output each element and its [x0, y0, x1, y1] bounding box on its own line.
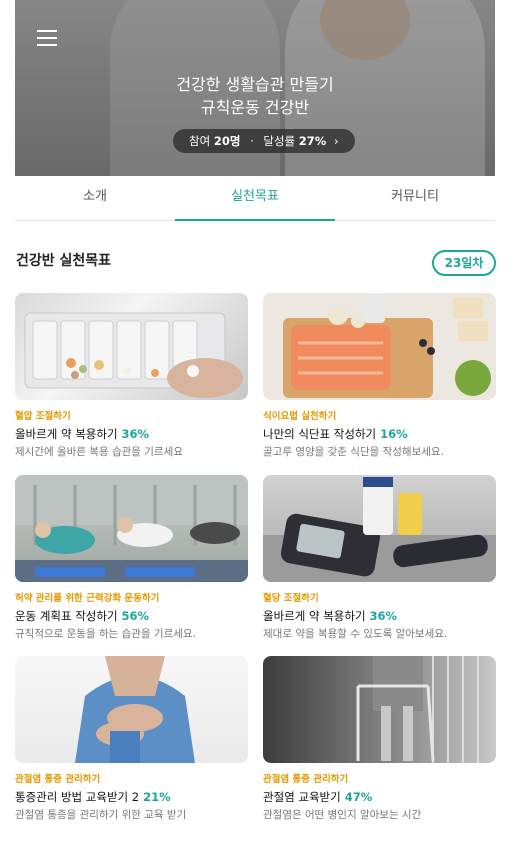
tab-intro[interactable]: 소개	[15, 176, 175, 220]
goal-description: 골고루 영양을 갖춘 식단을 작성해보세요.	[263, 446, 444, 458]
salmon-food-image	[263, 293, 496, 400]
goal-name: 관절염 교육받기 47%	[263, 790, 373, 804]
goal-percent: 47%	[344, 790, 373, 804]
participants-label: 참여	[189, 134, 211, 148]
participants-count: 20명	[213, 134, 241, 148]
goal-category: 식이요법 실천하기	[263, 411, 337, 422]
goal-card[interactable]: 허약 관리를 위한 근력강화 운동하기 운동 계획표 작성하기 56% 규칙적으로…	[15, 475, 248, 642]
goal-percent: 16%	[380, 427, 408, 441]
goal-card[interactable]: 관절염 통증 관리하기 관절염 교육받기 47% 관절염은 어떤 병인지 알아보는…	[263, 656, 496, 823]
goal-category: 혈압 조절하기	[15, 411, 71, 422]
goal-card[interactable]: 관절염 통증 관리하기 통증관리 방법 교육받기 2 21% 관절염 통증을 관리…	[15, 656, 248, 823]
goal-name: 운동 계획표 작성하기 56%	[15, 609, 150, 623]
hero-banner: 건강한 생활습관 만들기 규칙운동 건강반 참여 20명 · 달성률 27% ›	[15, 0, 495, 176]
wrist-pain-image	[15, 656, 248, 763]
goal-percent: 56%	[121, 609, 150, 623]
goal-category: 관절염 통증 관리하기	[15, 774, 101, 785]
goal-name: 올바르게 약 복용하기 36%	[263, 609, 398, 623]
goal-percent: 36%	[369, 609, 398, 623]
hero-stats-pill[interactable]: 참여 20명 · 달성률 27% ›	[173, 129, 355, 153]
tab-community[interactable]: 커뮤니티	[335, 176, 495, 220]
exercise-class-image	[15, 475, 248, 582]
goal-name: 올바르게 약 복용하기 36%	[15, 427, 150, 441]
achievement-label: 달성률	[263, 134, 296, 148]
section-title: 건강반 실천목표	[16, 253, 112, 269]
tab-practice-goals[interactable]: 실천목표	[175, 176, 335, 221]
goal-percent: 21%	[143, 790, 171, 804]
goal-description: 제대로 약을 복용할 수 있도록 알아보세요.	[263, 628, 448, 640]
achievement-rate: 27%	[298, 134, 327, 148]
hero-title-line2: 규칙운동 건강반	[200, 98, 310, 117]
chevron-right-icon: ›	[333, 134, 339, 148]
pill-organizer-image	[15, 293, 248, 400]
day-count-badge: 23일차	[432, 250, 496, 276]
goal-card[interactable]: 식이요법 실천하기 나만의 식단표 작성하기 16% 골고루 영양을 갖춘 식단을…	[263, 293, 496, 460]
goal-category: 허약 관리를 위한 근력강화 운동하기	[15, 593, 160, 604]
goal-description: 관절염은 어떤 병인지 알아보는 시간	[263, 809, 422, 821]
goal-category: 관절염 통증 관리하기	[263, 774, 349, 785]
goal-percent: 36%	[121, 427, 150, 441]
hero-title: 건강한 생활습관 만들기 규칙운동 건강반	[15, 73, 495, 119]
goal-card[interactable]: 혈압 조절하기 올바르게 약 복용하기 36% 제시간에 올바른 복용 습관을 기…	[15, 293, 248, 460]
goal-category: 혈당 조절하기	[263, 593, 319, 604]
goal-description: 제시간에 올바른 복용 습관을 기르세요	[15, 446, 183, 458]
glucose-meter-image	[263, 475, 496, 582]
goal-card[interactable]: 혈당 조절하기 올바르게 약 복용하기 36% 제대로 약을 복용할 수 있도록 …	[263, 475, 496, 642]
goal-name: 통증관리 방법 교육받기 2 21%	[15, 790, 171, 804]
stats-separator: ·	[250, 134, 254, 148]
menu-icon[interactable]	[37, 30, 57, 46]
goal-description: 관절염 통증을 관리하기 위한 교육 받기	[15, 809, 187, 821]
goal-description: 규칙적으로 운동을 하는 습관을 기르세요.	[15, 628, 196, 640]
goal-name: 나만의 식단표 작성하기 16%	[263, 427, 408, 441]
tab-bar: 소개 실천목표 커뮤니티	[15, 176, 495, 221]
walker-image	[263, 656, 496, 763]
hero-title-line1: 건강한 생활습관 만들기	[176, 75, 334, 94]
